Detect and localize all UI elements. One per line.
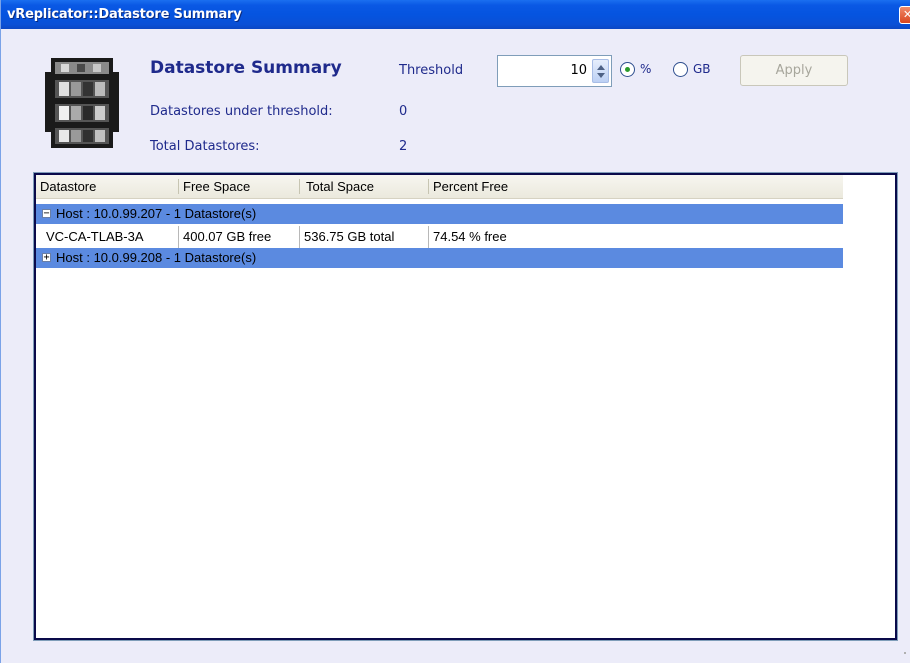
radio-selected-dot [625, 67, 630, 72]
group-row-host-207[interactable]: − Host : 10.0.99.207 - 1 Datastore(s) [36, 204, 843, 224]
database-icon [45, 58, 119, 148]
apply-button[interactable]: Apply [740, 55, 848, 86]
close-icon[interactable]: ✕ [899, 6, 910, 24]
collapse-icon[interactable]: − [42, 209, 51, 219]
radio-percent[interactable] [620, 62, 635, 77]
resize-grip-icon[interactable] [897, 645, 907, 655]
page-title: Datastore Summary [150, 58, 342, 78]
column-header-free-space[interactable]: Free Space [183, 179, 250, 194]
group-label: Host : 10.0.99.208 - 1 Datastore(s) [56, 250, 257, 265]
title-bar[interactable]: vReplicator::Datastore Summary ✕ [1, 0, 910, 29]
datastore-list[interactable]: Datastore Free Space Total Space Percent… [33, 172, 898, 641]
expand-icon[interactable]: + [42, 253, 51, 263]
cell-divider [178, 226, 179, 248]
table-row[interactable]: VC-CA-TLAB-3A 400.07 GB free 536.75 GB t… [36, 226, 843, 248]
cell-divider [299, 226, 300, 248]
column-header-percent-free[interactable]: Percent Free [433, 179, 508, 194]
column-header-total-space[interactable]: Total Space [306, 179, 374, 194]
under-threshold-value: 0 [399, 104, 408, 119]
datastore-summary-window: vReplicator::Datastore Summary ✕ Datasto… [0, 0, 910, 663]
cell-free-space: 400.07 GB free [183, 229, 272, 244]
column-divider[interactable] [428, 179, 429, 194]
window-title: vReplicator::Datastore Summary [7, 7, 242, 22]
threshold-value[interactable]: 10 [570, 63, 587, 78]
spinner-up-icon[interactable] [597, 65, 605, 70]
cell-total-space: 536.75 GB total [304, 229, 395, 244]
total-datastores-value: 2 [399, 139, 408, 154]
spinner-down-icon[interactable] [597, 73, 605, 78]
radio-percent-label[interactable]: % [640, 62, 651, 76]
column-header-bar: Datastore Free Space Total Space Percent… [36, 175, 843, 199]
radio-gb[interactable] [673, 62, 688, 77]
spinner-buttons[interactable] [592, 59, 609, 83]
cell-datastore: VC-CA-TLAB-3A [46, 229, 144, 244]
column-divider[interactable] [178, 179, 179, 194]
column-header-datastore[interactable]: Datastore [40, 179, 96, 194]
group-label: Host : 10.0.99.207 - 1 Datastore(s) [56, 206, 257, 221]
cell-percent-free: 74.54 % free [433, 229, 507, 244]
under-threshold-label: Datastores under threshold: [150, 104, 333, 119]
threshold-label: Threshold [399, 63, 464, 78]
total-datastores-label: Total Datastores: [150, 139, 260, 154]
radio-gb-label[interactable]: GB [693, 62, 711, 76]
cell-divider [428, 226, 429, 248]
threshold-stepper[interactable]: 10 [497, 55, 612, 87]
group-row-host-208[interactable]: + Host : 10.0.99.208 - 1 Datastore(s) [36, 248, 843, 268]
column-divider[interactable] [299, 179, 300, 194]
